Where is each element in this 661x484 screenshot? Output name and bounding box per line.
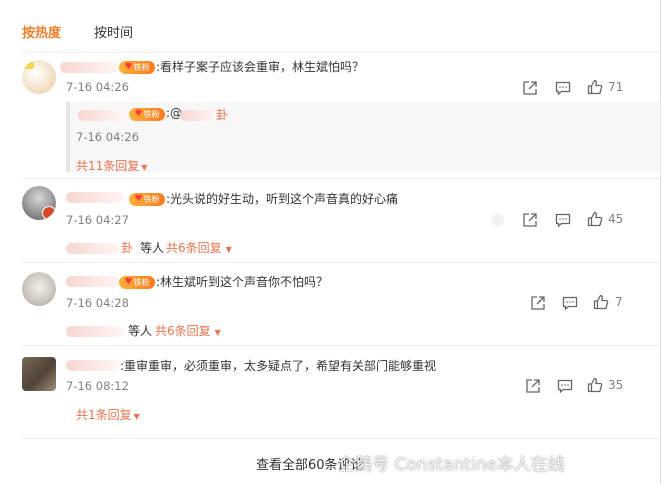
like-icon[interactable]: [587, 377, 603, 393]
reply-username[interactable]: [78, 110, 124, 121]
username[interactable]: [66, 192, 124, 203]
fan-badge: ♥ 铁粉: [129, 108, 165, 121]
like-count: 71: [608, 80, 624, 94]
replier-names[interactable]: [66, 326, 124, 337]
divider: [22, 438, 660, 439]
replier-name-suffix[interactable]: 卦: [121, 239, 133, 256]
heart-icon: ♥: [124, 62, 133, 72]
heart-icon: ♥: [134, 109, 143, 119]
share-icon[interactable]: [525, 378, 541, 394]
fan-badge: ♥ 铁粉: [119, 276, 155, 289]
circle-icon: [492, 214, 504, 226]
reply-time: 7-16 04:26: [76, 130, 139, 144]
avatar[interactable]: [22, 60, 56, 94]
divider: [22, 52, 660, 53]
heart-icon: ♥: [134, 194, 143, 204]
like-count: 45: [608, 212, 624, 226]
chevron-down-icon: ▼: [133, 412, 140, 421]
chevron-down-icon: ▼: [225, 245, 232, 254]
reply-mention-name[interactable]: [180, 110, 216, 121]
chevron-down-icon: ▼: [141, 163, 148, 172]
view-replies-link[interactable]: 共1条回复 ▼: [76, 406, 140, 423]
watermark: 企鹅号 Constantine本人在线: [338, 455, 565, 475]
username[interactable]: [60, 62, 118, 73]
divider: [22, 178, 660, 179]
reply-mention-suffix[interactable]: 卦: [216, 106, 228, 123]
fan-badge: ♥ 铁粉: [129, 193, 165, 206]
comment-time: 7-16 04:28: [66, 296, 129, 310]
avatar[interactable]: [22, 357, 56, 391]
username[interactable]: [66, 276, 120, 287]
like-count: 7: [615, 295, 623, 309]
tab-sort-hot[interactable]: 按热度: [22, 22, 61, 41]
like-icon[interactable]: [593, 294, 609, 310]
comment-text: :林生斌听到这个声音你不怕吗？: [156, 275, 329, 289]
comment-text: :光头说的好生动，听到这个声音真的好心痛: [166, 192, 399, 206]
comment-text: :重审重审，必须重审，太多疑点了，希望有关部门能够重视: [120, 359, 437, 373]
username[interactable]: [66, 360, 120, 371]
comment-time: 7-16 08:12: [66, 379, 129, 393]
divider: [22, 262, 660, 263]
comment-icon[interactable]: [562, 295, 578, 311]
share-icon[interactable]: [530, 295, 546, 311]
comment-time: 7-16 04:26: [66, 80, 129, 94]
chevron-down-icon: ▼: [214, 328, 221, 337]
like-icon[interactable]: [587, 211, 603, 227]
avatar[interactable]: [22, 186, 56, 220]
divider: [22, 345, 660, 346]
view-replies-link[interactable]: 共11条回复 ▼: [76, 157, 147, 174]
view-replies-link[interactable]: 共6条回复 ▼: [155, 322, 221, 339]
comment-time: 7-16 04:27: [66, 213, 129, 227]
comment-icon[interactable]: [557, 378, 573, 394]
share-icon[interactable]: [522, 212, 538, 228]
replier-names[interactable]: [66, 243, 120, 254]
comment-icon[interactable]: [555, 80, 571, 96]
comment-text: :看样子案子应该会重审，林生斌怕吗？: [156, 60, 365, 74]
share-icon[interactable]: [522, 80, 538, 96]
like-count: 35: [608, 378, 624, 392]
like-icon[interactable]: [587, 79, 603, 95]
avatar[interactable]: [22, 272, 56, 306]
repliers-etc: 等人: [128, 324, 153, 338]
heart-icon: ♥: [124, 277, 133, 287]
comment-icon[interactable]: [555, 212, 571, 228]
repliers-etc: 等人: [140, 241, 165, 255]
fan-badge: ♥ 铁粉: [119, 61, 155, 74]
view-replies-link[interactable]: 共6条回复 ▼: [166, 239, 232, 256]
tab-sort-time[interactable]: 按时间: [94, 22, 133, 41]
